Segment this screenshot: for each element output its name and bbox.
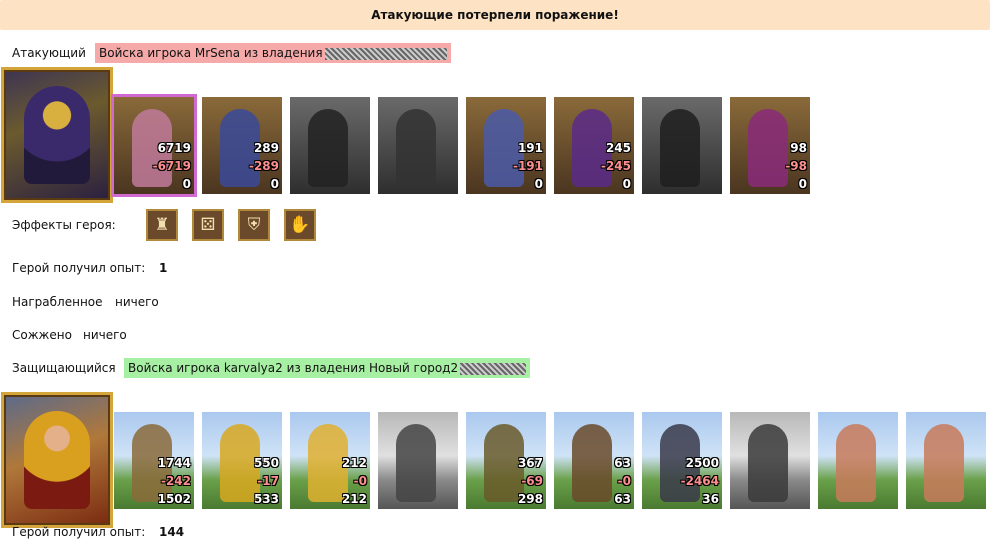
attacker-army-link[interactable]: Войска игрока MrSena из владения <box>95 43 451 63</box>
handshake-icon[interactable]: ✋ <box>284 209 316 241</box>
unit-count: 63 <box>614 456 631 470</box>
hero-figure <box>24 411 90 509</box>
unit-card[interactable] <box>290 97 370 194</box>
dice-icon[interactable]: ⚄ <box>192 209 224 241</box>
unit-card[interactable]: 1744 -242 1502 <box>114 412 194 509</box>
burned-value: ничего <box>83 328 127 342</box>
defender-army-link[interactable]: Войска игрока karvalya2 из владения Новы… <box>124 358 531 378</box>
unit-survivors: 0 <box>182 177 191 191</box>
unit-figure <box>748 109 788 187</box>
unit-count: 191 <box>517 141 543 155</box>
unit-losses: -6719 <box>152 159 191 173</box>
unit-survivors: 533 <box>253 492 279 506</box>
unit-survivors: 0 <box>798 177 807 191</box>
attacker-army-text: Войска игрока MrSena из владения <box>99 46 323 60</box>
unit-figure <box>836 424 876 502</box>
unit-survivors: 212 <box>341 492 367 506</box>
unit-card[interactable]: 98 -98 0 <box>730 97 810 194</box>
unit-losses: -69 <box>521 474 543 488</box>
unit-count: 6719 <box>157 141 191 155</box>
unit-survivors: 0 <box>270 177 279 191</box>
unit-losses: -0 <box>353 474 367 488</box>
unit-survivors: 298 <box>517 492 543 506</box>
hero-figure <box>24 86 90 184</box>
unit-losses: -289 <box>248 159 279 173</box>
castle-icon[interactable]: ♜ <box>146 209 178 241</box>
unit-figure <box>308 109 348 187</box>
unit-losses: -191 <box>512 159 543 173</box>
unit-losses: -17 <box>257 474 279 488</box>
unit-count: 289 <box>253 141 279 155</box>
unit-card[interactable]: 191 -191 0 <box>466 97 546 194</box>
unit-card[interactable]: 63 -0 63 <box>554 412 634 509</box>
redacted-owner-name <box>460 362 527 375</box>
unit-survivors: 0 <box>534 177 543 191</box>
defender-army-text: Войска игрока karvalya2 из владения Новы… <box>128 361 459 375</box>
hero-effects-label: Эффекты героя: <box>12 218 116 232</box>
unit-figure <box>572 424 612 502</box>
unit-losses: -245 <box>600 159 631 173</box>
unit-count: 245 <box>605 141 631 155</box>
unit-card[interactable]: 245 -245 0 <box>554 97 634 194</box>
unit-count: 2500 <box>685 456 719 470</box>
unit-count: 1744 <box>157 456 191 470</box>
defender-exp-label: Герой получил опыт: <box>12 525 146 539</box>
defender-label: Защищающийся <box>12 361 116 375</box>
unit-figure <box>396 424 436 502</box>
unit-survivors: 36 <box>702 492 719 506</box>
unit-figure <box>748 424 788 502</box>
unit-count: 212 <box>341 456 367 470</box>
unit-card[interactable]: 6719 -6719 0 <box>111 94 197 197</box>
unit-card[interactable]: 289 -289 0 <box>202 97 282 194</box>
unit-card[interactable]: 2500 -2464 36 <box>642 412 722 509</box>
attacker-hero-portrait[interactable] <box>1 67 113 203</box>
unit-figure <box>924 424 964 502</box>
unit-losses: -98 <box>785 159 807 173</box>
unit-figure <box>396 109 436 187</box>
unit-losses: -0 <box>617 474 631 488</box>
unit-card[interactable]: 367 -69 298 <box>466 412 546 509</box>
attacker-label: Атакующий <box>12 46 86 60</box>
burned-label: Сожжено <box>12 328 72 342</box>
unit-count: 367 <box>517 456 543 470</box>
loot-value: ничего <box>115 295 159 309</box>
unit-card[interactable] <box>378 412 458 509</box>
attacker-exp-label: Герой получил опыт: <box>12 261 146 275</box>
unit-card[interactable]: 212 -0 212 <box>290 412 370 509</box>
unit-card[interactable] <box>378 97 458 194</box>
unit-card[interactable]: 550 -17 533 <box>202 412 282 509</box>
unit-card[interactable] <box>730 412 810 509</box>
unit-figure <box>660 109 700 187</box>
unit-survivors: 63 <box>614 492 631 506</box>
loot-label: Награбленное <box>12 295 103 309</box>
unit-survivors: 1502 <box>157 492 191 506</box>
unit-card[interactable] <box>906 412 986 509</box>
unit-losses: -2464 <box>680 474 719 488</box>
battle-result-banner: Атакующие потерпели поражение! <box>0 0 990 30</box>
unit-survivors: 0 <box>622 177 631 191</box>
unit-card[interactable] <box>642 97 722 194</box>
attacker-exp-value: 1 <box>159 261 168 275</box>
unit-count: 550 <box>253 456 279 470</box>
unit-card[interactable] <box>818 412 898 509</box>
defender-hero-portrait[interactable] <box>1 392 113 528</box>
unit-count: 98 <box>790 141 807 155</box>
redacted-domain-name <box>324 47 447 60</box>
defender-exp-value: 144 <box>159 525 185 539</box>
unit-losses: -242 <box>160 474 191 488</box>
shield-icon[interactable]: ⛨ <box>238 209 270 241</box>
